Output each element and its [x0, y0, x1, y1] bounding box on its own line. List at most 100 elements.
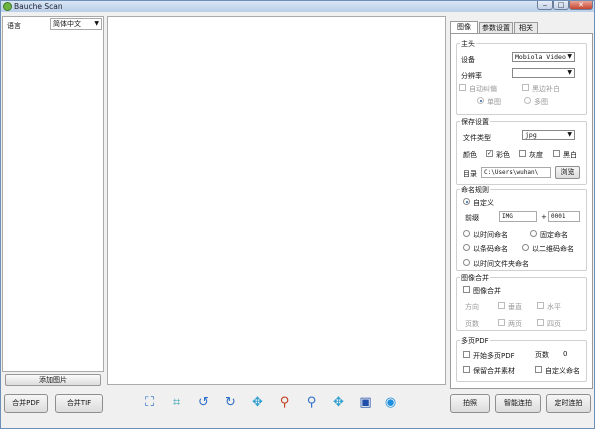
plus-label: +: [541, 213, 547, 221]
by-barcode-label: 以条码命名: [473, 245, 508, 253]
four-pages-checkbox[interactable]: [537, 319, 544, 326]
file-type-value: jpg: [525, 131, 537, 139]
two-pages-checkbox[interactable]: [498, 319, 505, 326]
window-title: Bauche Scan: [14, 2, 63, 11]
zoom-out-icon[interactable]: ⚲: [303, 394, 320, 411]
horizontal-checkbox[interactable]: [537, 302, 544, 309]
merge-image-checkbox[interactable]: [463, 286, 470, 293]
view-icon[interactable]: ◉: [382, 394, 399, 411]
tab-image[interactable]: 图像: [450, 21, 478, 33]
fit-icon[interactable]: ✥: [330, 394, 347, 411]
custom-name-label: 自定义命名: [545, 367, 580, 375]
pdf-pages-count: 0: [563, 350, 568, 358]
four-pages-label: 四页: [547, 320, 561, 328]
image-toolbar: ⛶ ⌗ ↺ ↻ ✥ ⚲ ⚲ ✥ ▣ ◉: [141, 394, 401, 414]
keep-merged-checkbox[interactable]: [463, 366, 470, 373]
vertical-checkbox[interactable]: [498, 302, 505, 309]
fixed-radio[interactable]: [530, 230, 537, 237]
merge-group-title: 图像合并: [460, 273, 490, 283]
number-input[interactable]: 0001: [548, 211, 580, 222]
chevron-down-icon: ▼: [567, 53, 572, 60]
resolution-select[interactable]: ▼: [512, 68, 575, 78]
shoot-button[interactable]: 拍照: [450, 394, 490, 413]
app-window: Bauche Scan ‒ □ ✕ 语言 简体中文 ▼ 添加图片 合并PDF 合…: [0, 0, 595, 429]
vertical-label: 垂直: [508, 303, 522, 311]
multipdf-group-title: 多页PDF: [460, 336, 490, 346]
zoom-in-icon[interactable]: ⚲: [276, 394, 293, 411]
rotate-right-icon[interactable]: ↻: [222, 394, 239, 411]
single-radio[interactable]: [477, 97, 484, 104]
color-gray-label: 灰度: [529, 151, 543, 159]
auto-crop-label: 自动纠偏: [469, 85, 497, 93]
tab-parameters[interactable]: 参数设置: [479, 22, 513, 33]
tab-related[interactable]: 相关: [514, 22, 538, 33]
by-folder-radio[interactable]: [463, 259, 470, 266]
remove-black-label: 黑边补白: [532, 85, 560, 93]
pdf-pages-label: 页数: [535, 351, 549, 359]
chevron-down-icon: ▼: [567, 131, 572, 138]
minimize-button[interactable]: ‒: [537, 1, 553, 10]
select-area-icon[interactable]: ⛶: [141, 394, 158, 411]
multi-radio[interactable]: [524, 97, 531, 104]
device-label: 设备: [461, 56, 475, 64]
custom-radio[interactable]: [463, 198, 470, 205]
add-image-button[interactable]: 添加图片: [5, 374, 101, 386]
chevron-down-icon: ▼: [94, 20, 99, 27]
language-value: 简体中文: [53, 20, 81, 28]
remove-black-checkbox[interactable]: [522, 84, 529, 91]
custom-label: 自定义: [473, 199, 494, 207]
merge-pages-label: 页数: [465, 320, 479, 328]
by-qrcode-radio[interactable]: [522, 244, 529, 251]
app-logo-icon: [3, 2, 12, 11]
start-multipdf-checkbox[interactable]: [463, 351, 470, 358]
close-button[interactable]: ✕: [569, 1, 593, 10]
move-icon[interactable]: ✥: [249, 394, 266, 411]
file-type-label: 文件类型: [463, 134, 491, 142]
by-barcode-radio[interactable]: [463, 244, 470, 251]
merge-tif-button[interactable]: 合并TIF: [55, 394, 103, 413]
color-gray-checkbox[interactable]: [519, 150, 526, 157]
language-select[interactable]: 简体中文 ▼: [50, 18, 102, 30]
file-type-select[interactable]: jpg ▼: [522, 130, 575, 140]
naming-group-title: 命名规则: [460, 185, 490, 195]
device-value: Mobiola Video: [515, 53, 566, 61]
language-label: 语言: [7, 22, 21, 30]
custom-name-checkbox[interactable]: [535, 366, 542, 373]
image-list-panel[interactable]: [2, 16, 104, 372]
fixed-label: 固定命名: [540, 231, 568, 239]
directory-input[interactable]: C:\Users\wuhan\: [481, 167, 551, 178]
color-label: 颜色: [463, 151, 477, 159]
film-icon[interactable]: ▣: [357, 394, 374, 411]
preview-area[interactable]: [107, 16, 446, 385]
maximize-button[interactable]: □: [553, 1, 569, 10]
merge-pdf-button[interactable]: 合并PDF: [4, 394, 48, 413]
rotate-left-icon[interactable]: ↺: [195, 394, 212, 411]
save-group-title: 保存设置: [460, 117, 490, 127]
color-bw-label: 黑白: [563, 151, 577, 159]
single-label: 单图: [487, 98, 501, 106]
title-bar: Bauche Scan ‒ □ ✕: [1, 1, 594, 12]
by-time-radio[interactable]: [463, 230, 470, 237]
by-time-label: 以时间命名: [473, 231, 508, 239]
color-bw-checkbox[interactable]: [553, 150, 560, 157]
auto-crop-checkbox[interactable]: [459, 84, 466, 91]
multi-label: 多图: [534, 98, 548, 106]
prefix-input[interactable]: IMG: [499, 211, 537, 222]
color-color-checkbox[interactable]: ✓: [486, 150, 493, 157]
merge-image-label: 图像合并: [473, 287, 501, 295]
timed-shoot-button[interactable]: 定时连拍: [546, 394, 591, 413]
direction-label: 方向: [465, 303, 479, 311]
by-folder-label: 以时间文件夹命名: [473, 260, 529, 268]
prefix-label: 前缀: [465, 214, 479, 222]
directory-label: 目录: [463, 170, 477, 178]
keep-merged-label: 保留合并素材: [473, 367, 515, 375]
browse-button[interactable]: 浏览: [555, 166, 580, 179]
smart-shoot-button[interactable]: 智能连拍: [495, 394, 541, 413]
settings-pane: 主头 设备 Mobiola Video ▼ 分辨率 ▼ 自动纠偏 黑边补白 单图…: [450, 33, 593, 389]
main-group-title: 主头: [460, 39, 476, 49]
horizontal-label: 水平: [547, 303, 561, 311]
crop-icon[interactable]: ⌗: [168, 394, 185, 411]
chevron-down-icon: ▼: [567, 69, 572, 76]
two-pages-label: 两页: [508, 320, 522, 328]
device-select[interactable]: Mobiola Video ▼: [512, 52, 575, 62]
